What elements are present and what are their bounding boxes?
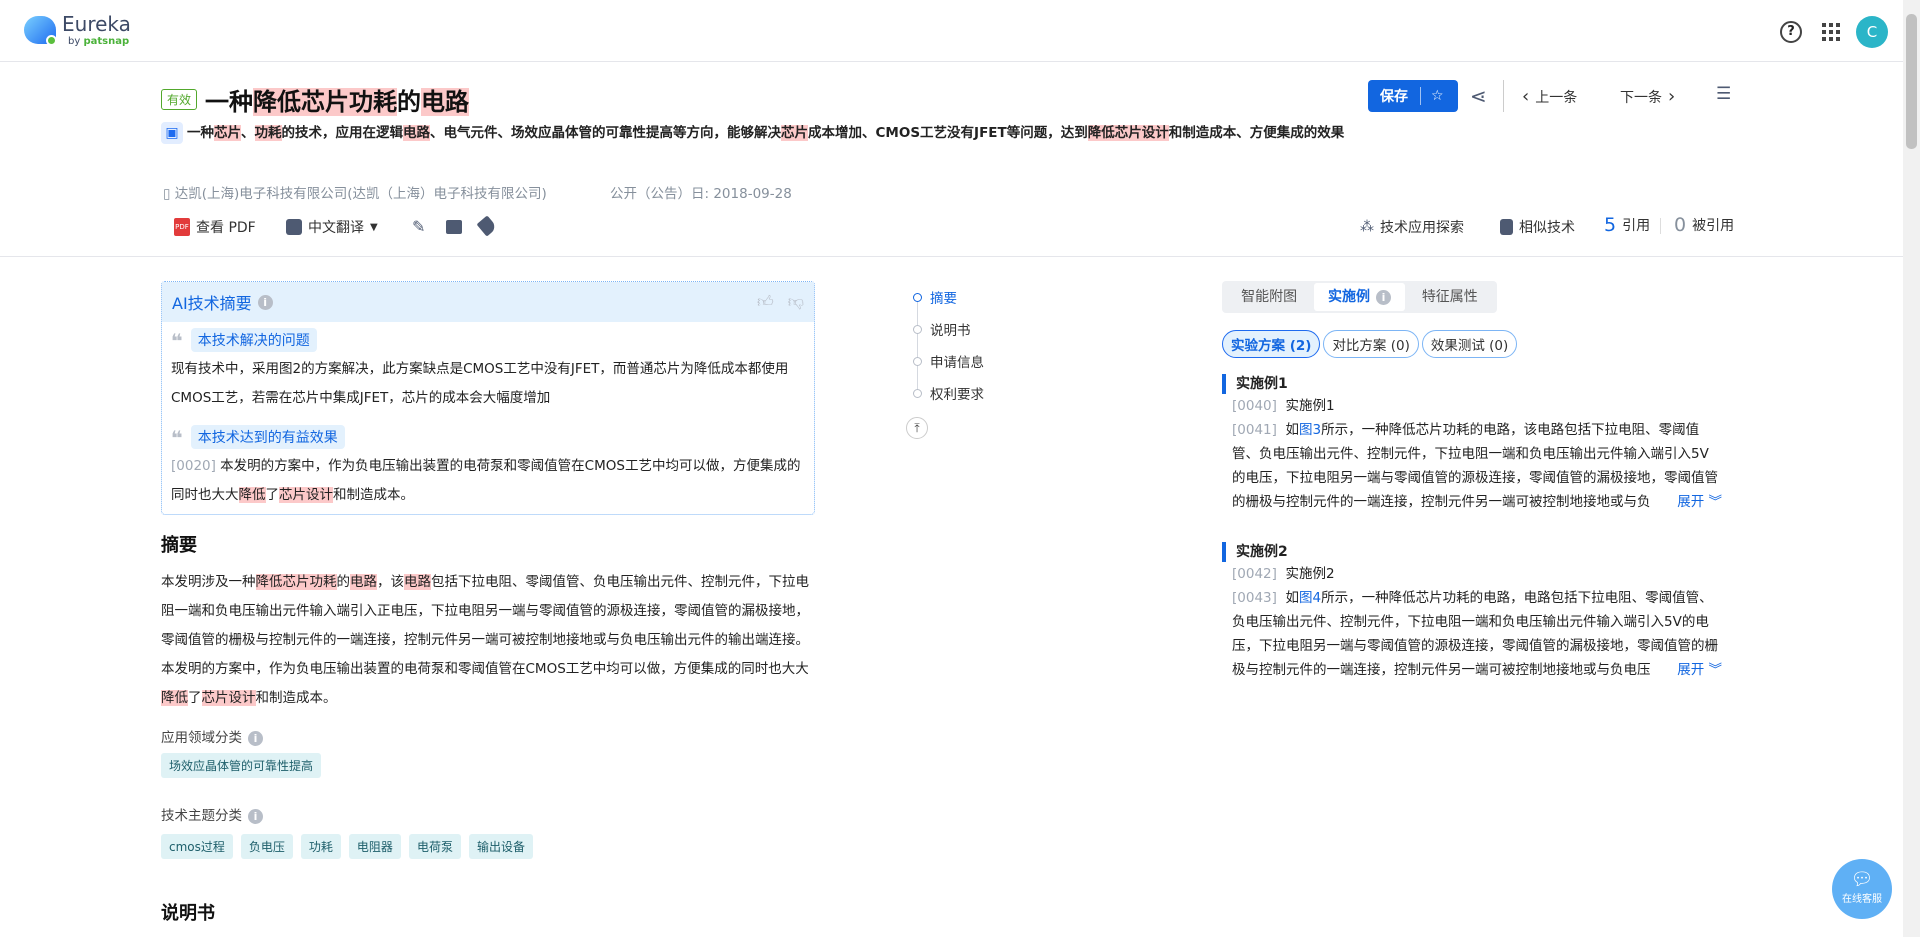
ai-summary-box: AI技术摘要 i 👍︎ 👎︎ ❝ 本技术解决的问题 现有技术中，采用图2的方案解决，此方… [161,281,815,515]
example-para: [0043] 如图4所示，一种降低芯片功耗的电路，电路包括下拉电阻、零阈值管、负… [1222,586,1722,682]
tab-examples[interactable]: 实施例 i [1314,283,1405,311]
caret-down-icon: ▼ [370,221,378,233]
comment-icon[interactable] [446,220,462,234]
nav-item-claims[interactable]: 权利要求 [913,383,984,403]
chevron-left-icon: ‹ [1522,86,1530,107]
thumbs-down-icon[interactable]: 👎︎ [788,292,804,312]
tag-icon[interactable] [476,215,498,237]
cited-by-button[interactable]: 0 被引用 [1674,214,1734,236]
logo-by: by patsnap [68,36,130,47]
effect-text: [0020] 本发明的方案中，作为负电压输出装置的电荷泵和零阈值管在CMOS工艺… [171,458,801,503]
field-tags: 场效应晶体管的可靠性提高 [161,753,329,778]
abstract-heading: 摘要 [161,535,197,556]
expand-button[interactable]: 展开 ︾ [1657,658,1722,682]
problem-text: 现有技术中，采用图2的方案解决，此方案缺点是CMOS工艺中没有JFET，而普通芯… [171,361,789,406]
apps-grid-icon[interactable] [1822,23,1840,41]
status-badge: 有效 [161,89,198,110]
logo-dot [46,35,57,46]
topic-tags: cmos过程 负电压 功耗 电阻器 电荷泵 输出设备 [161,834,541,859]
info-icon[interactable]: i [1375,290,1391,305]
quote-icon: ❝ [171,426,183,450]
expand-button[interactable]: 展开 ︾ [1657,490,1722,514]
pill-effect-test[interactable]: 效果测试 (0) [1421,330,1518,358]
quote-icon: ❝ [171,329,183,353]
list-icon[interactable]: ☰ [1716,84,1731,104]
classification-tag[interactable]: 场效应晶体管的可靠性提高 [161,753,322,778]
translate-dropdown[interactable]: 中文翻译 ▼ [286,217,378,237]
info-icon[interactable]: i [248,809,263,824]
divider [1660,218,1661,234]
effect-tag: 本技术达到的有益效果 [190,425,345,449]
info-icon[interactable]: i [248,731,263,746]
topic-tag[interactable]: 输出设备 [468,834,533,859]
publication-date: 公开（公告）日: 2018-09-28 [610,186,792,202]
abstract-text: 本发明涉及一种降低芯片功耗的电路，该电路包括下拉电阻、零阈值管、负电压输出元件、… [161,574,809,706]
pill-experiment[interactable]: 实验方案 (2) [1222,330,1321,358]
top-bar [0,0,1903,62]
figure-link[interactable]: 图4 [1299,590,1321,606]
save-button[interactable]: 保存 ☆ [1368,80,1458,112]
network-icon: ⁂ [1360,219,1374,235]
example-2: 实施例2 [0042] 实施例2 [0043] 如图4所示，一种降低芯片功耗的电… [1222,542,1722,682]
highlight-icon[interactable]: ✎ [412,217,425,236]
help-icon[interactable]: ? [1780,21,1802,43]
example-para: [0040] 实施例1 [1232,398,1335,414]
ai-summary-line: ▣ 一种芯片、功耗的技术，应用在逻辑电路、电气元件、场效应晶体管的可靠性提高等方向… [161,122,1361,145]
nav-item-spec[interactable]: 说明书 [913,319,971,339]
scrollbar-thumb[interactable] [1906,14,1917,149]
pill-comparison[interactable]: 对比方案 (0) [1323,330,1419,358]
right-tabs: 智能附图 实施例 i 特征属性 [1222,281,1497,313]
example-title: 实施例1 [1222,374,1722,394]
translate-icon [286,219,302,235]
topic-classification-label: 技术主题分类 i [161,804,263,824]
tab-figures[interactable]: 智能附图 [1224,283,1314,311]
ai-summary-title: AI技术摘要 [172,294,252,313]
figure-link[interactable]: 图3 [1299,422,1321,438]
similar-tech-button[interactable]: 相似技术 [1500,217,1575,237]
view-pdf-button[interactable]: PDF 查看 PDF [174,217,256,237]
topic-tag[interactable]: 功耗 [300,834,341,859]
field-classification-label: 应用领域分类 i [161,726,263,746]
nav-item-abstract[interactable]: 摘要 [913,287,957,307]
page-title: 一种降低芯片功耗的电路 [205,88,470,116]
nav-line [917,300,918,395]
example-filter-pills: 实验方案 (2) 对比方案 (0) 效果测试 (0) [1222,330,1520,358]
logo-name[interactable]: Eureka [62,12,131,36]
pdf-icon: PDF [174,218,190,236]
back-to-top-icon[interactable]: ⤒ [906,417,928,439]
next-button[interactable]: 下一条 › [1620,86,1675,107]
divider [1503,80,1504,112]
document-icon [1500,219,1513,235]
topic-tag[interactable]: 负电压 [240,834,293,859]
citations-button[interactable]: 5 引用 [1604,214,1650,236]
tech-explore-button[interactable]: ⁂ 技术应用探索 [1360,217,1464,237]
topic-tag[interactable]: 电阻器 [348,834,401,859]
avatar[interactable]: C [1856,16,1888,48]
ai-summary-header: AI技术摘要 i 👍︎ 👎︎ [162,282,814,322]
prev-button[interactable]: ‹ 上一条 [1522,86,1577,107]
info-icon[interactable]: i [257,294,273,310]
applicant[interactable]: ▯ 达凯(上海)电子科技有限公司(达凯（上海）电子科技有限公司) [163,182,547,202]
nav-item-application[interactable]: 申请信息 [913,351,984,371]
example-para: [0042] 实施例2 [1232,566,1335,582]
example-para: [0041] 如图3所示，一种降低芯片功耗的电路，该电路包括下拉电阻、零阈值管、… [1222,418,1722,514]
spec-heading: 说明书 [161,903,215,924]
chat-bubble-icon: 💬︎ [1850,869,1874,890]
header-divider [0,256,1903,257]
topic-tag[interactable]: 电荷泵 [408,834,461,859]
thumbs-up-icon[interactable]: 👍︎ [757,292,774,312]
building-icon: ▯ [163,186,175,202]
chevron-right-icon: › [1668,86,1676,107]
robot-icon: ▣ [161,122,183,144]
topic-tag[interactable]: cmos过程 [161,834,233,859]
example-title: 实施例2 [1222,542,1722,562]
star-icon[interactable]: ☆ [1421,88,1444,104]
problem-tag: 本技术解决的问题 [190,328,317,352]
online-support-button[interactable]: 💬︎ 在线客服 [1832,859,1892,919]
title-row: 有效 一种降低芯片功耗的电路 [161,82,470,117]
tab-features[interactable]: 特征属性 [1405,283,1495,311]
share-icon[interactable]: ⋖ [1470,84,1487,108]
example-1: 实施例1 [0040] 实施例1 [0041] 如图3所示，一种降低芯片功耗的电… [1222,374,1722,514]
